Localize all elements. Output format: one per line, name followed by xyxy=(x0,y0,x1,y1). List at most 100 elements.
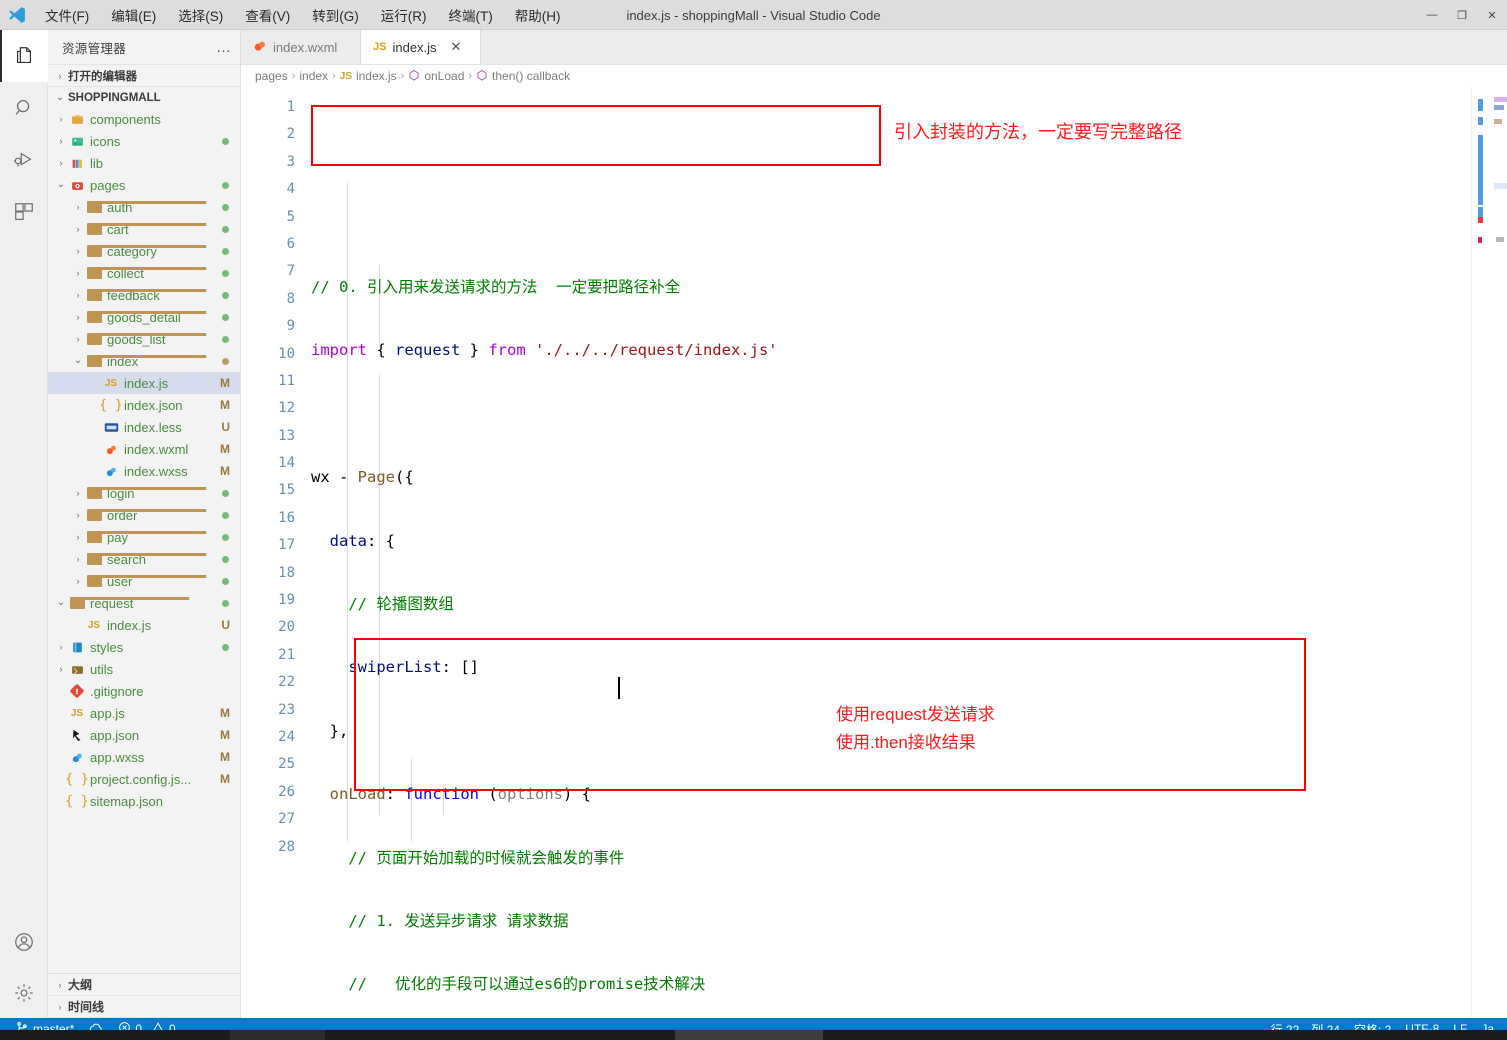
breadcrumb-pages[interactable]: pages xyxy=(255,69,288,83)
tree-item-index-js[interactable]: JS index.js U xyxy=(48,614,240,636)
line-number-24[interactable]: 24 xyxy=(241,724,295,751)
line-number-7[interactable]: 7 xyxy=(241,258,295,285)
tree-item-user[interactable]: › user xyxy=(48,570,240,592)
line-number-17[interactable]: 17 xyxy=(241,532,295,559)
chevron-right-icon[interactable]: › xyxy=(54,158,68,168)
line-number-2[interactable]: 2 xyxy=(241,121,295,148)
menu-file[interactable]: 文件(F) xyxy=(34,1,100,29)
tree-item-category[interactable]: › category xyxy=(48,240,240,262)
section-project-root[interactable]: ⌄ SHOPPINGMALL xyxy=(48,86,240,108)
chevron-down-icon[interactable]: ⌄ xyxy=(54,180,68,190)
tree-item--gitignore[interactable]: .gitignore xyxy=(48,680,240,702)
extensions-icon[interactable] xyxy=(0,186,48,238)
tab-index-wxml[interactable]: index.wxml xyxy=(241,30,361,64)
tree-item-app-json[interactable]: app.json M xyxy=(48,724,240,746)
tree-item-index-wxss[interactable]: index.wxss M xyxy=(48,460,240,482)
menu-view[interactable]: 查看(V) xyxy=(234,1,301,29)
tree-item-styles[interactable]: › styles xyxy=(48,636,240,658)
tree-item-index[interactable]: ⌄ index xyxy=(48,350,240,372)
tree-item-app-wxss[interactable]: app.wxss M xyxy=(48,746,240,768)
line-number-20[interactable]: 20 xyxy=(241,614,295,641)
chevron-right-icon[interactable]: › xyxy=(54,642,68,652)
chevron-right-icon[interactable]: › xyxy=(54,136,68,146)
search-icon[interactable] xyxy=(0,82,48,134)
chevron-right-icon[interactable]: › xyxy=(71,268,85,278)
close-button[interactable]: ✕ xyxy=(1477,0,1507,30)
line-number-19[interactable]: 19 xyxy=(241,587,295,614)
breadcrumb-then-callback[interactable]: then() callback xyxy=(492,69,570,83)
chevron-down-icon[interactable]: ⌄ xyxy=(71,356,85,366)
line-number-28[interactable]: 28 xyxy=(241,834,295,861)
tree-item-index-js[interactable]: JS index.js M xyxy=(48,372,240,394)
chevron-right-icon[interactable]: › xyxy=(54,114,68,124)
section-timeline[interactable]: › 时间线 xyxy=(48,996,240,1018)
breadcrumb[interactable]: pages › index › JS index.js › onLoad › t… xyxy=(241,65,1507,87)
menu-edit[interactable]: 编辑(E) xyxy=(100,1,167,29)
tree-item-request[interactable]: ⌄ request xyxy=(48,592,240,614)
line-number-23[interactable]: 23 xyxy=(241,697,295,724)
close-icon[interactable]: ✕ xyxy=(451,39,462,55)
tree-item-pay[interactable]: › pay xyxy=(48,526,240,548)
line-number-3[interactable]: 3 xyxy=(241,149,295,176)
chevron-right-icon[interactable]: › xyxy=(71,202,85,212)
code-editor[interactable]: 1 2 3 4 5 6 7 8 9 10 11 12 13 14 15 16 17 18 19 20 21 22 23 24 2… xyxy=(241,87,1507,1018)
line-number-18[interactable]: 18 xyxy=(241,560,295,587)
tab-index-js[interactable]: JS index.js ✕ xyxy=(361,30,481,64)
line-number-27[interactable]: 27 xyxy=(241,806,295,833)
run-debug-icon[interactable] xyxy=(0,134,48,186)
line-number-26[interactable]: 26 xyxy=(241,779,295,806)
gear-icon[interactable] xyxy=(0,968,48,1018)
explorer-icon[interactable] xyxy=(0,30,48,82)
chevron-right-icon[interactable]: › xyxy=(71,334,85,344)
section-open-editors[interactable]: › 打开的编辑器 xyxy=(48,64,240,86)
tree-item-project-config-js---[interactable]: { } project.config.js... M xyxy=(48,768,240,790)
chevron-right-icon[interactable]: › xyxy=(54,664,68,674)
line-number-21[interactable]: 21 xyxy=(241,642,295,669)
chevron-right-icon[interactable]: › xyxy=(71,576,85,586)
chevron-right-icon[interactable]: › xyxy=(71,224,85,234)
line-number-5[interactable]: 5 xyxy=(241,204,295,231)
breadcrumb-index[interactable]: index xyxy=(299,69,328,83)
tree-item-login[interactable]: › login xyxy=(48,482,240,504)
menu-run[interactable]: 运行(R) xyxy=(370,1,438,29)
tree-item-goods-detail[interactable]: › goods_detail xyxy=(48,306,240,328)
window-controls[interactable]: — ❐ ✕ xyxy=(1417,0,1507,30)
tree-item-icons[interactable]: › icons xyxy=(48,130,240,152)
code-content[interactable]: // 0. 引入用来发送请求的方法 一定要把路径补全 import { requ… xyxy=(303,87,1507,1018)
line-number-22[interactable]: 22 xyxy=(241,669,295,696)
chevron-right-icon[interactable]: › xyxy=(71,312,85,322)
breadcrumb-onload[interactable]: onLoad xyxy=(424,69,464,83)
line-number-8[interactable]: 8 xyxy=(241,286,295,313)
minimize-button[interactable]: — xyxy=(1417,0,1447,30)
line-number-11[interactable]: 11 xyxy=(241,368,295,395)
line-number-gutter[interactable]: 1 2 3 4 5 6 7 8 9 10 11 12 13 14 15 16 17 18 19 20 21 22 23 24 2… xyxy=(241,87,303,1018)
menu-go[interactable]: 转到(G) xyxy=(301,1,370,29)
line-number-1[interactable]: 1 xyxy=(241,94,295,121)
line-number-4[interactable]: 4 xyxy=(241,176,295,203)
tree-item-utils[interactable]: › utils xyxy=(48,658,240,680)
maximize-button[interactable]: ❐ xyxy=(1447,0,1477,30)
tree-item-feedback[interactable]: › feedback xyxy=(48,284,240,306)
line-number-16[interactable]: 16 xyxy=(241,505,295,532)
chevron-right-icon[interactable]: › xyxy=(71,532,85,542)
section-outline[interactable]: › 大纲 xyxy=(48,974,240,996)
line-number-15[interactable]: 15 xyxy=(241,477,295,504)
line-number-12[interactable]: 12 xyxy=(241,395,295,422)
tree-item-order[interactable]: › order xyxy=(48,504,240,526)
tree-item-goods-list[interactable]: › goods_list xyxy=(48,328,240,350)
line-number-25[interactable]: 25 xyxy=(241,751,295,778)
tree-item-cart[interactable]: › cart xyxy=(48,218,240,240)
menu-selection[interactable]: 选择(S) xyxy=(167,1,234,29)
chevron-right-icon[interactable]: › xyxy=(71,554,85,564)
tree-item-sitemap-json[interactable]: { } sitemap.json xyxy=(48,790,240,812)
line-number-14[interactable]: 14 xyxy=(241,450,295,477)
chevron-right-icon[interactable]: › xyxy=(71,510,85,520)
tree-item-lib[interactable]: › lib xyxy=(48,152,240,174)
line-number-13[interactable]: 13 xyxy=(241,423,295,450)
menu-help[interactable]: 帮助(H) xyxy=(504,1,572,29)
tree-item-auth[interactable]: › auth xyxy=(48,196,240,218)
file-tree[interactable]: › components › icons › lib ⌄ pages › auth › cart › ca… xyxy=(48,108,240,973)
sidebar-more-icon[interactable]: … xyxy=(216,39,232,56)
menu-bar[interactable]: 文件(F) 编辑(E) 选择(S) 查看(V) 转到(G) 运行(R) 终端(T… xyxy=(34,1,572,29)
chevron-right-icon[interactable]: › xyxy=(71,488,85,498)
